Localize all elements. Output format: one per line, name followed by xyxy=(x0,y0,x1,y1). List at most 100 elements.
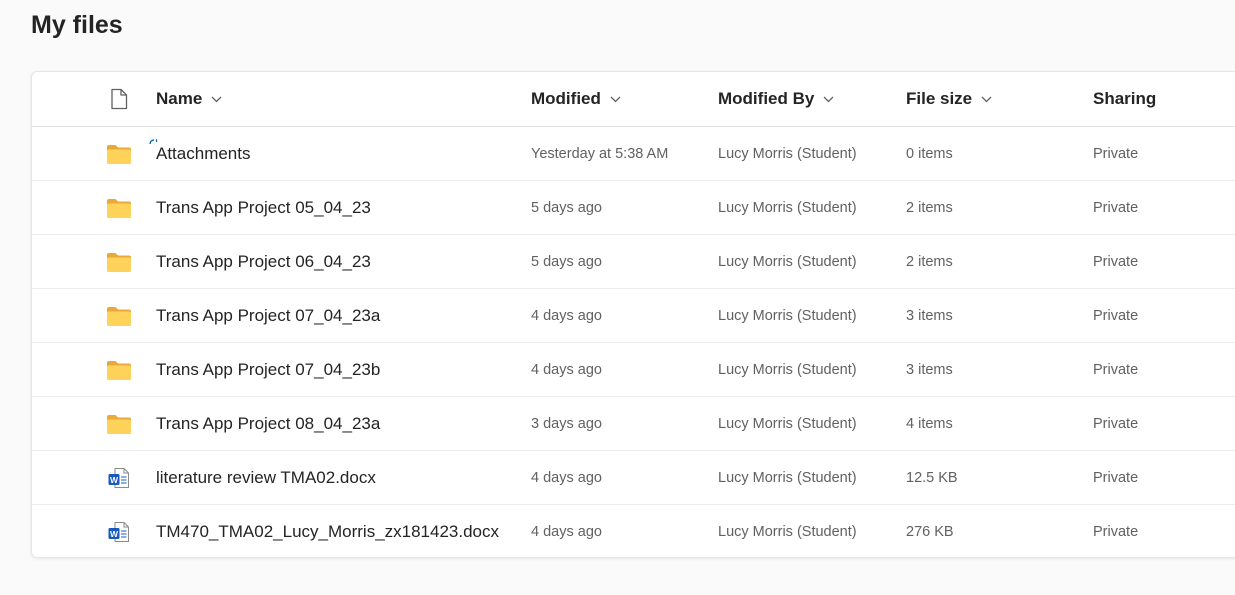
modified-by: Lucy Morris (Student) xyxy=(718,523,857,540)
modified-date-cell: 4 days ago xyxy=(531,289,602,342)
file-name-link[interactable]: Trans App Project 07_04_23b xyxy=(156,360,380,380)
file-size: 2 items xyxy=(906,253,953,270)
modified-by-cell: Lucy Morris (Student) xyxy=(718,343,857,396)
modified-date: 3 days ago xyxy=(531,415,602,432)
sharing-status[interactable]: Private xyxy=(1093,362,1138,378)
file-name-link[interactable]: literature review TMA02.docx xyxy=(156,468,376,488)
modified-by-cell: Lucy Morris (Student) xyxy=(718,235,857,288)
file-name-link[interactable]: Trans App Project 05_04_23 xyxy=(156,198,371,218)
file-name-link-cell: TM470_TMA02_Lucy_Morris_zx181423.docx xyxy=(156,505,499,557)
modified-date: 4 days ago xyxy=(531,307,602,324)
modified-date: 4 days ago xyxy=(531,523,602,540)
file-row[interactable]: Trans App Project 07_04_23b 4 days ago Luc… xyxy=(32,343,1235,397)
chevron-down-icon xyxy=(610,96,621,103)
sharing-status[interactable]: Private xyxy=(1093,200,1138,216)
file-row[interactable]: Trans App Project 05_04_23 5 days ago Lucy… xyxy=(32,181,1235,235)
sharing-status[interactable]: Private xyxy=(1093,146,1138,162)
page-title: My files xyxy=(31,11,123,39)
file-size: 276 KB xyxy=(906,523,954,540)
folder-icon xyxy=(102,289,136,342)
modified-by: Lucy Morris (Student) xyxy=(718,199,857,216)
document-icon xyxy=(111,88,128,110)
file-row[interactable]: W TM470_TMA02_Lucy_Morris_zx181423.docx 4 … xyxy=(32,505,1235,557)
file-row[interactable]: Trans App Project 08_04_23a 3 days ago Luc… xyxy=(32,397,1235,451)
file-type-column-header[interactable] xyxy=(102,72,136,126)
sharing-status[interactable]: Private xyxy=(1093,470,1138,486)
modified-date-cell: 4 days ago xyxy=(531,505,602,557)
folder-icon xyxy=(102,343,136,396)
file-size-cell: 276 KB xyxy=(906,505,954,557)
file-name-link-cell: Trans App Project 07_04_23b xyxy=(156,343,380,396)
file-size: 3 items xyxy=(906,307,953,324)
chevron-down-icon xyxy=(211,96,222,103)
sharing-status-cell: Private xyxy=(1093,127,1138,180)
modified-by: Lucy Morris (Student) xyxy=(718,469,857,486)
file-row[interactable]: Wliterature review TMA02.docx 4 days ago L… xyxy=(32,451,1235,505)
file-list: Name Modified Modified By File size Shar… xyxy=(31,71,1235,558)
folder-icon xyxy=(102,397,136,450)
modified-by-cell: Lucy Morris (Student) xyxy=(718,127,857,180)
file-name-link[interactable]: TM470_TMA02_Lucy_Morris_zx181423.docx xyxy=(156,522,499,542)
file-size-column-label: File size xyxy=(906,89,973,108)
sharing-status[interactable]: Private xyxy=(1093,524,1138,540)
file-name-link[interactable]: Trans App Project 08_04_23a xyxy=(156,414,380,434)
file-row[interactable]: Trans App Project 07_04_23a 4 days ago Luc… xyxy=(32,289,1235,343)
file-name-link-cell: literature review TMA02.docx xyxy=(156,451,376,504)
modified-by-cell: Lucy Morris (Student) xyxy=(718,451,857,504)
modified-column-header[interactable]: Modified xyxy=(531,72,621,126)
modified-date: 4 days ago xyxy=(531,469,602,486)
modified-by-column-header[interactable]: Modified By xyxy=(718,72,834,126)
modified-date-cell: Yesterday at 5:38 AM xyxy=(531,127,668,180)
modified-date-cell: 4 days ago xyxy=(531,451,602,504)
sharing-status-cell: Private xyxy=(1093,451,1138,504)
file-name-link[interactable]: Trans App Project 06_04_23 xyxy=(156,252,371,272)
modified-by: Lucy Morris (Student) xyxy=(718,361,857,378)
file-row[interactable]: Trans App Project 06_04_23 5 days ago Lucy… xyxy=(32,235,1235,289)
sharing-status-cell: Private xyxy=(1093,235,1138,288)
file-size-cell: 12.5 KB xyxy=(906,451,958,504)
sharing-status[interactable]: Private xyxy=(1093,416,1138,432)
folder-icon xyxy=(102,181,136,234)
file-name-link-cell: Trans App Project 08_04_23a xyxy=(156,397,380,450)
sharing-status-cell: Private xyxy=(1093,397,1138,450)
file-size: 2 items xyxy=(906,199,953,216)
modified-date: 4 days ago xyxy=(531,361,602,378)
modified-by: Lucy Morris (Student) xyxy=(718,307,857,324)
modified-by: Lucy Morris (Student) xyxy=(718,253,857,270)
file-size-cell: 4 items xyxy=(906,397,953,450)
sharing-status-cell: Private xyxy=(1093,181,1138,234)
file-name-link-cell: Attachments xyxy=(156,127,251,180)
chevron-down-icon xyxy=(981,96,992,103)
name-column-header[interactable]: Name xyxy=(156,72,222,126)
folder-icon xyxy=(102,235,136,288)
file-size: 3 items xyxy=(906,361,953,378)
modified-by-column-label: Modified By xyxy=(718,89,815,108)
file-name-link-cell: Trans App Project 06_04_23 xyxy=(156,235,371,288)
sharing-column-header[interactable]: Sharing xyxy=(1093,72,1156,126)
modified-by: Lucy Morris (Student) xyxy=(718,145,857,162)
file-row[interactable]: Attachments Yesterday at 5:38 AM Lucy Morr… xyxy=(32,127,1235,181)
sharing-status-cell: Private xyxy=(1093,343,1138,396)
modified-date-cell: 3 days ago xyxy=(531,397,602,450)
file-name-link[interactable]: Trans App Project 07_04_23a xyxy=(156,306,380,326)
svg-text:W: W xyxy=(110,474,119,484)
sharing-status-cell: Private xyxy=(1093,289,1138,342)
sharing-status[interactable]: Private xyxy=(1093,254,1138,270)
file-size-cell: 0 items xyxy=(906,127,953,180)
modified-by-cell: Lucy Morris (Student) xyxy=(718,289,857,342)
word-doc-icon: W xyxy=(102,451,136,504)
file-list-header: Name Modified Modified By File size Shar… xyxy=(32,72,1235,127)
file-size: 4 items xyxy=(906,415,953,432)
chevron-down-icon xyxy=(823,96,834,103)
modified-by-cell: Lucy Morris (Student) xyxy=(718,181,857,234)
file-size-cell: 3 items xyxy=(906,343,953,396)
modified-by-cell: Lucy Morris (Student) xyxy=(718,397,857,450)
file-size-cell: 3 items xyxy=(906,289,953,342)
sharing-status[interactable]: Private xyxy=(1093,308,1138,324)
modified-by: Lucy Morris (Student) xyxy=(718,415,857,432)
file-name-link[interactable]: Attachments xyxy=(156,144,251,164)
modified-date: Yesterday at 5:38 AM xyxy=(531,145,669,162)
file-name-link-cell: Trans App Project 07_04_23a xyxy=(156,289,380,342)
folder-icon xyxy=(102,127,136,180)
file-size-column-header[interactable]: File size xyxy=(906,72,992,126)
